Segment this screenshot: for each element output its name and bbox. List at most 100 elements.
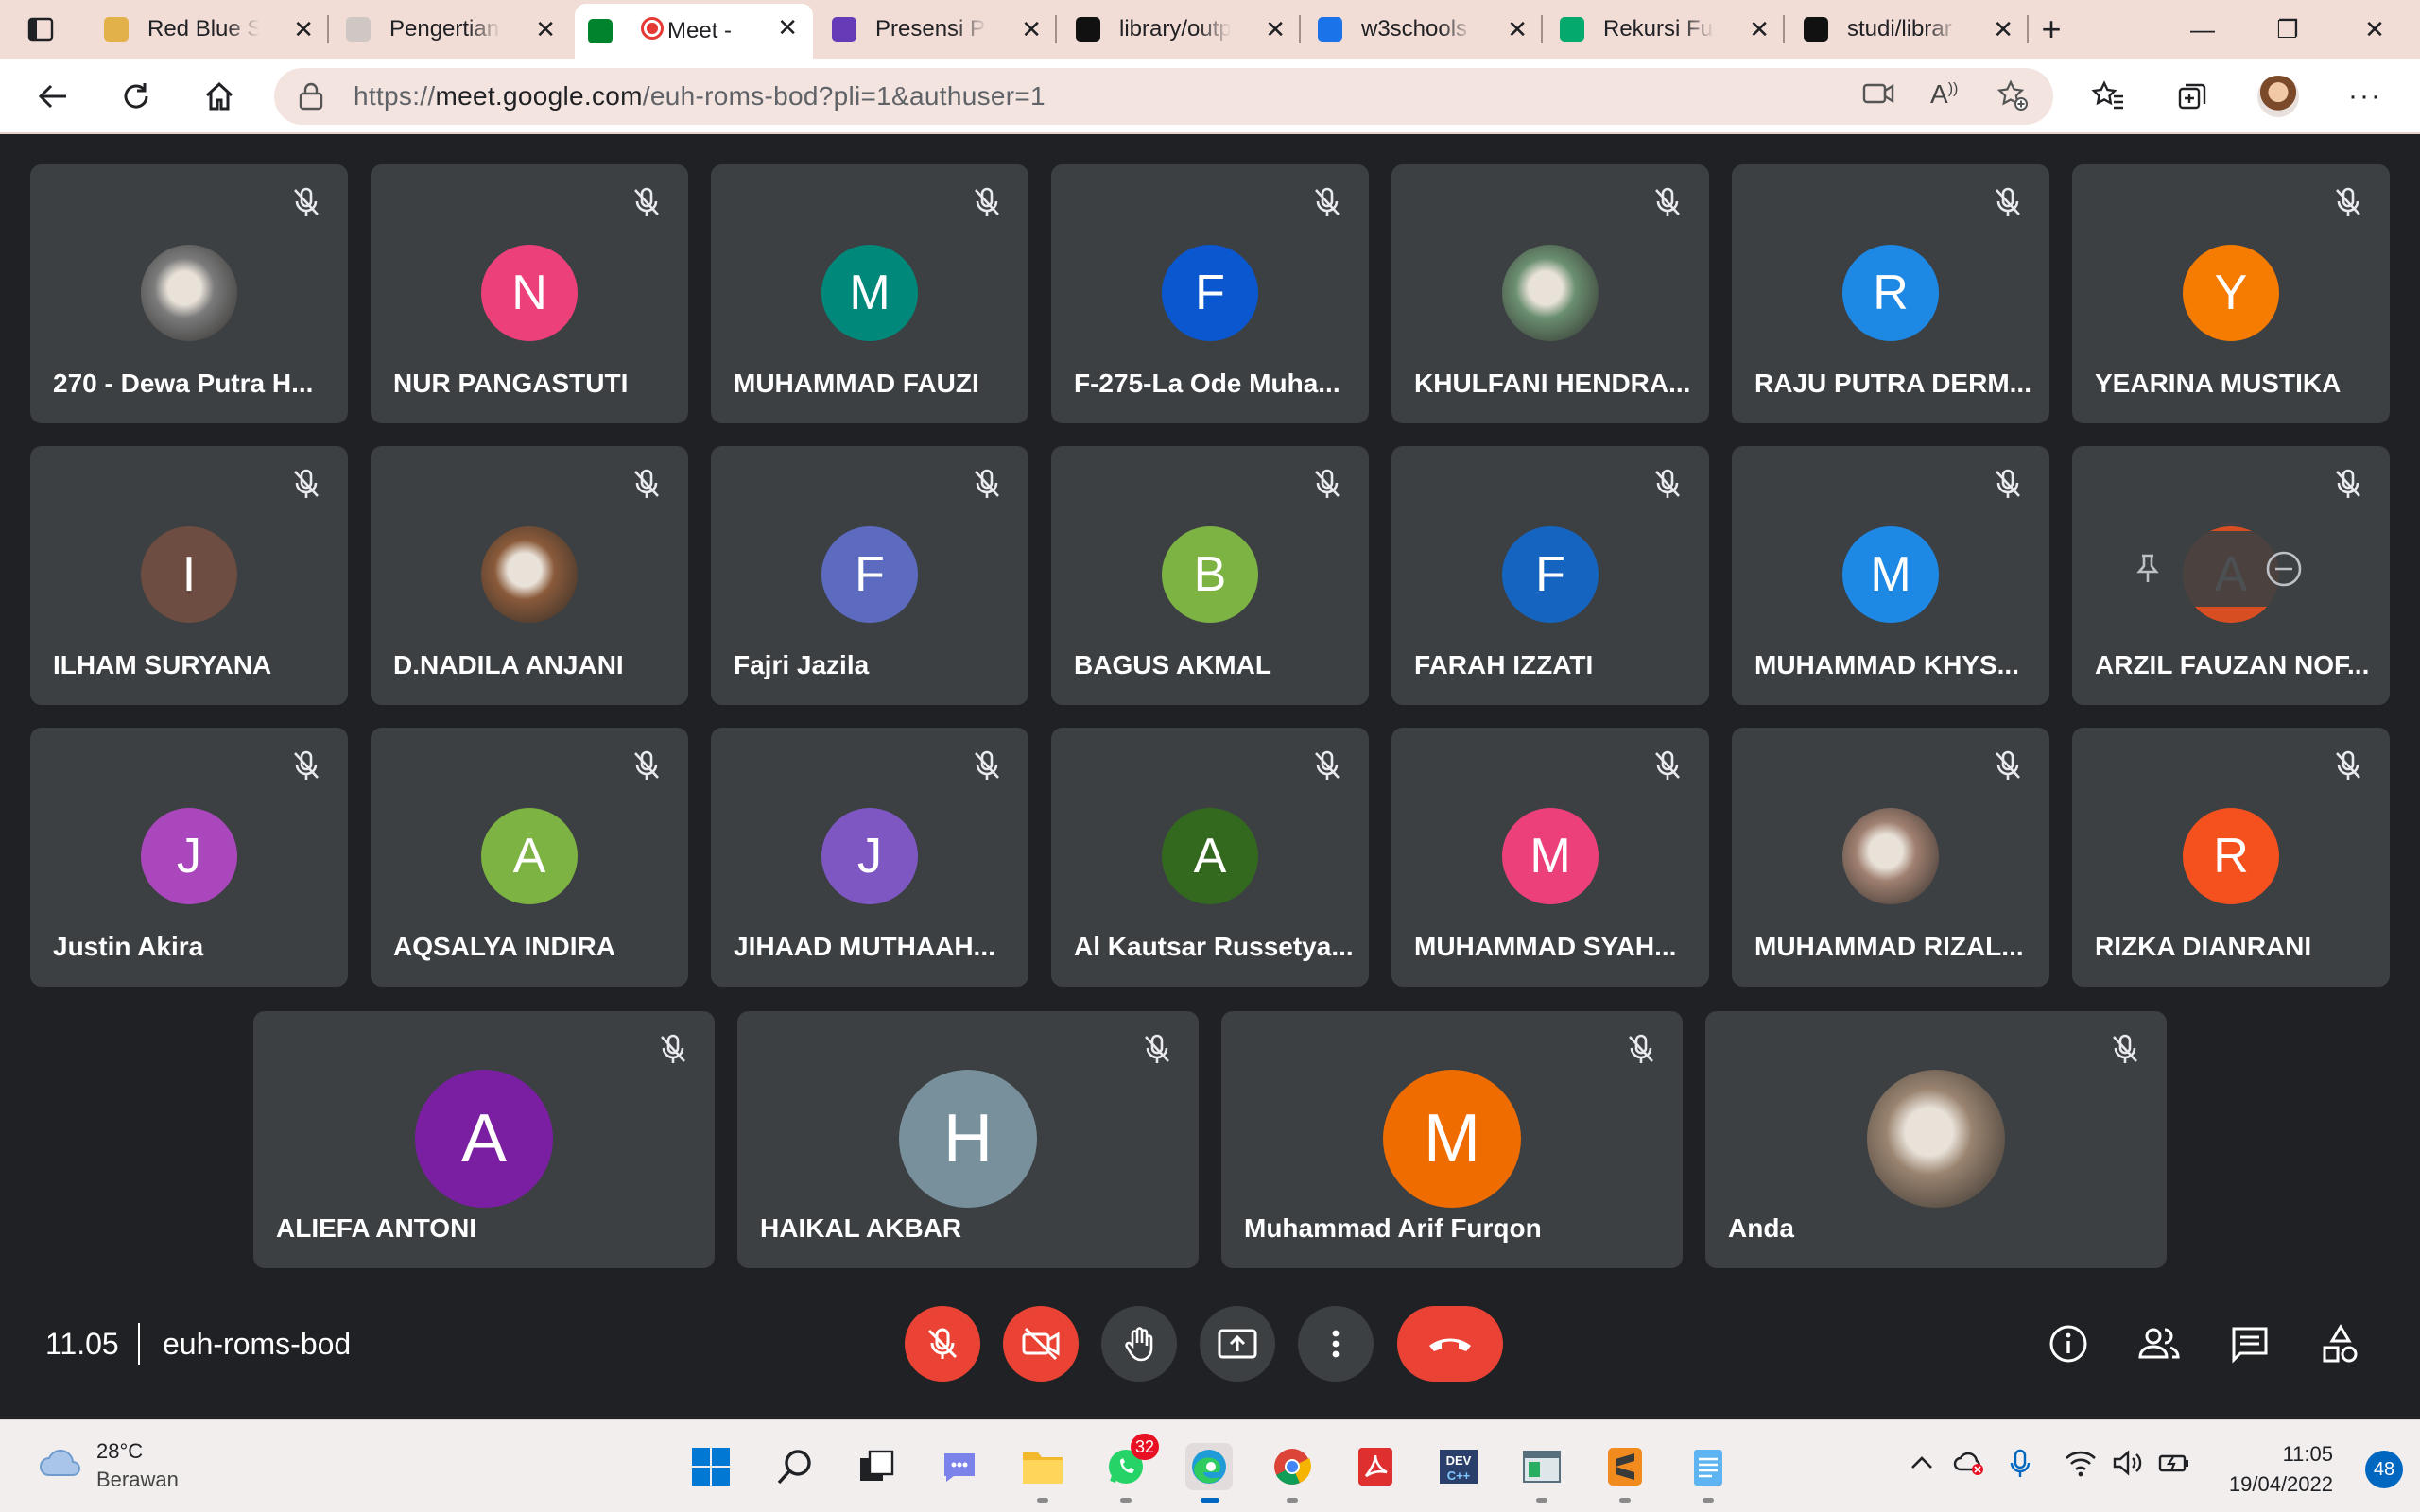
github-icon (1804, 17, 1828, 42)
search-button[interactable] (771, 1443, 819, 1490)
camera-permission-icon[interactable] (1862, 79, 1894, 115)
collections-button[interactable] (2169, 72, 2218, 121)
tab-close-button[interactable]: ✕ (1749, 17, 1770, 42)
activities-button[interactable] (2312, 1315, 2369, 1372)
remove-participant-button[interactable] (2265, 550, 2303, 588)
volume-tray-button[interactable] (2112, 1449, 2144, 1484)
read-aloud-icon[interactable]: A)) (1930, 79, 1958, 110)
muted-mic-icon (1308, 747, 1346, 784)
sublime-button[interactable] (1601, 1443, 1649, 1490)
participant-tile[interactable]: F F-275-La Ode Muha... (1051, 164, 1369, 423)
browser-tab[interactable]: Meet - ✕ (575, 4, 813, 59)
muted-mic-icon (287, 747, 325, 784)
leave-call-button[interactable] (1397, 1306, 1503, 1382)
browser-tab[interactable]: Red Blue Sc ✕ (91, 6, 329, 53)
participant-tile[interactable]: KHULFANI HENDRA... (1392, 164, 1709, 423)
meeting-details-button[interactable] (2040, 1315, 2097, 1372)
participant-tile[interactable]: M MUHAMMAD FAUZI (711, 164, 1028, 423)
raise-hand-button[interactable] (1101, 1306, 1177, 1382)
browser-tab[interactable]: Pengertian ✕ (333, 6, 571, 53)
browser-tab[interactable]: library/outp ✕ (1063, 6, 1301, 53)
participant-tile[interactable]: M MUHAMMAD SYAH... (1392, 728, 1709, 987)
pin-button[interactable] (2129, 550, 2167, 588)
participant-tile[interactable]: MUHAMMAD RIZAL... (1732, 728, 2049, 987)
participant-avatar: M (821, 244, 918, 341)
more-options-button[interactable] (1298, 1306, 1374, 1382)
camera-off-icon (1022, 1327, 1060, 1361)
microphone-tray-button[interactable] (2008, 1449, 2032, 1486)
edge-button[interactable] (1185, 1443, 1233, 1490)
participant-tile[interactable]: H HAIKAL AKBAR (737, 1011, 1199, 1268)
weather-widget[interactable]: 28°C Berawan (36, 1439, 179, 1491)
participant-tile[interactable]: Anda (1705, 1011, 2167, 1268)
vpn-tray-button[interactable] (1953, 1449, 1985, 1484)
participant-tile[interactable]: M MUHAMMAD KHYS... (1732, 446, 2049, 705)
remove-icon (2266, 551, 2302, 587)
close-window-button[interactable]: ✕ (2337, 8, 2412, 51)
participant-tile[interactable]: Y YEARINA MUSTIKA (2072, 164, 2390, 423)
participant-tile[interactable]: F Fajri Jazila (711, 446, 1028, 705)
notification-center-badge[interactable]: 48 (2365, 1451, 2403, 1488)
teams-chat-button[interactable] (936, 1443, 983, 1490)
tab-close-button[interactable]: ✕ (293, 17, 314, 42)
battery-tray-button[interactable] (2157, 1449, 2191, 1484)
mic-toggle-button[interactable] (905, 1306, 980, 1382)
new-tab-button[interactable]: + (2014, 8, 2089, 51)
participant-tile[interactable]: I ILHAM SURYANA (30, 446, 348, 705)
participant-tile[interactable]: A Al Kautsar Russetya... (1051, 728, 1369, 987)
notepad-button[interactable] (1685, 1443, 1732, 1490)
browser-tab[interactable]: w3schools ✕ (1305, 6, 1543, 53)
participant-avatar (481, 525, 578, 623)
app-button[interactable] (1518, 1443, 1565, 1490)
participant-tile[interactable]: R RAJU PUTRA DERM... (1732, 164, 2049, 423)
participant-tile[interactable]: M Muhammad Arif Furqon (1221, 1011, 1683, 1268)
muted-mic-icon (1649, 465, 1686, 503)
people-button[interactable] (2131, 1315, 2187, 1372)
participant-tile[interactable]: D.NADILA ANJANI (371, 446, 688, 705)
present-screen-button[interactable] (1200, 1306, 1275, 1382)
tab-close-button[interactable]: ✕ (1265, 17, 1286, 42)
tab-close-button[interactable]: ✕ (1021, 17, 1042, 42)
participant-tile[interactable]: J Justin Akira (30, 728, 348, 987)
camera-toggle-button[interactable] (1003, 1306, 1079, 1382)
tab-close-button[interactable]: ✕ (1507, 17, 1528, 42)
url-input[interactable]: https://meet.google.com/euh-roms-bod?pli… (274, 68, 2053, 125)
participant-tile[interactable]: J JIHAAD MUTHAAH... (711, 728, 1028, 987)
tab-close-button[interactable]: ✕ (1993, 17, 2014, 42)
chrome-button[interactable] (1269, 1443, 1316, 1490)
browser-tab[interactable]: Presensi Pra ✕ (819, 6, 1057, 53)
restore-button[interactable]: ❐ (2250, 8, 2325, 51)
system-clock[interactable]: 11:05 19/04/2022 (2229, 1439, 2333, 1500)
tab-actions-menu[interactable] (13, 6, 72, 53)
settings-more-button[interactable]: ··· (2341, 72, 2390, 121)
participant-tile[interactable]: F FARAH IZZATI (1392, 446, 1709, 705)
participant-tile[interactable]: N NUR PANGASTUTI (371, 164, 688, 423)
reload-button[interactable] (112, 72, 161, 121)
network-tray-button[interactable] (2065, 1449, 2097, 1484)
participant-tile[interactable]: A ALIEFA ANTONI (253, 1011, 715, 1268)
profile-button[interactable] (2254, 72, 2303, 121)
back-button[interactable] (28, 72, 78, 121)
home-button[interactable] (195, 72, 244, 121)
running-indicator (1037, 1498, 1048, 1503)
participant-tile[interactable]: 270 - Dewa Putra H... (30, 164, 348, 423)
add-favorite-icon[interactable] (1996, 79, 2029, 119)
whatsapp-button[interactable]: 32 (1102, 1434, 1159, 1490)
start-button[interactable] (687, 1443, 735, 1490)
participant-tile[interactable]: R RIZKA DIANRANI (2072, 728, 2390, 987)
minimize-button[interactable]: — (2165, 8, 2240, 51)
tab-close-button[interactable]: ✕ (535, 17, 556, 42)
dev-cpp-button[interactable]: DEV C++ (1435, 1443, 1482, 1490)
favorites-button[interactable] (2083, 72, 2133, 121)
participant-tile[interactable]: A AQSALYA INDIRA (371, 728, 688, 987)
participant-tile[interactable]: B BAGUS AKMAL (1051, 446, 1369, 705)
tray-overflow-button[interactable] (1908, 1449, 1936, 1484)
browser-tab[interactable]: Rekursi Fun ✕ (1547, 6, 1785, 53)
chat-button[interactable] (2221, 1315, 2278, 1372)
task-view-button[interactable] (853, 1443, 900, 1490)
browser-tab[interactable]: studi/librar ✕ (1790, 6, 2029, 53)
tab-title: Meet - (667, 18, 733, 43)
tab-close-button[interactable]: ✕ (777, 15, 798, 40)
acrobat-button[interactable] (1352, 1443, 1399, 1490)
file-explorer-button[interactable] (1019, 1443, 1066, 1490)
